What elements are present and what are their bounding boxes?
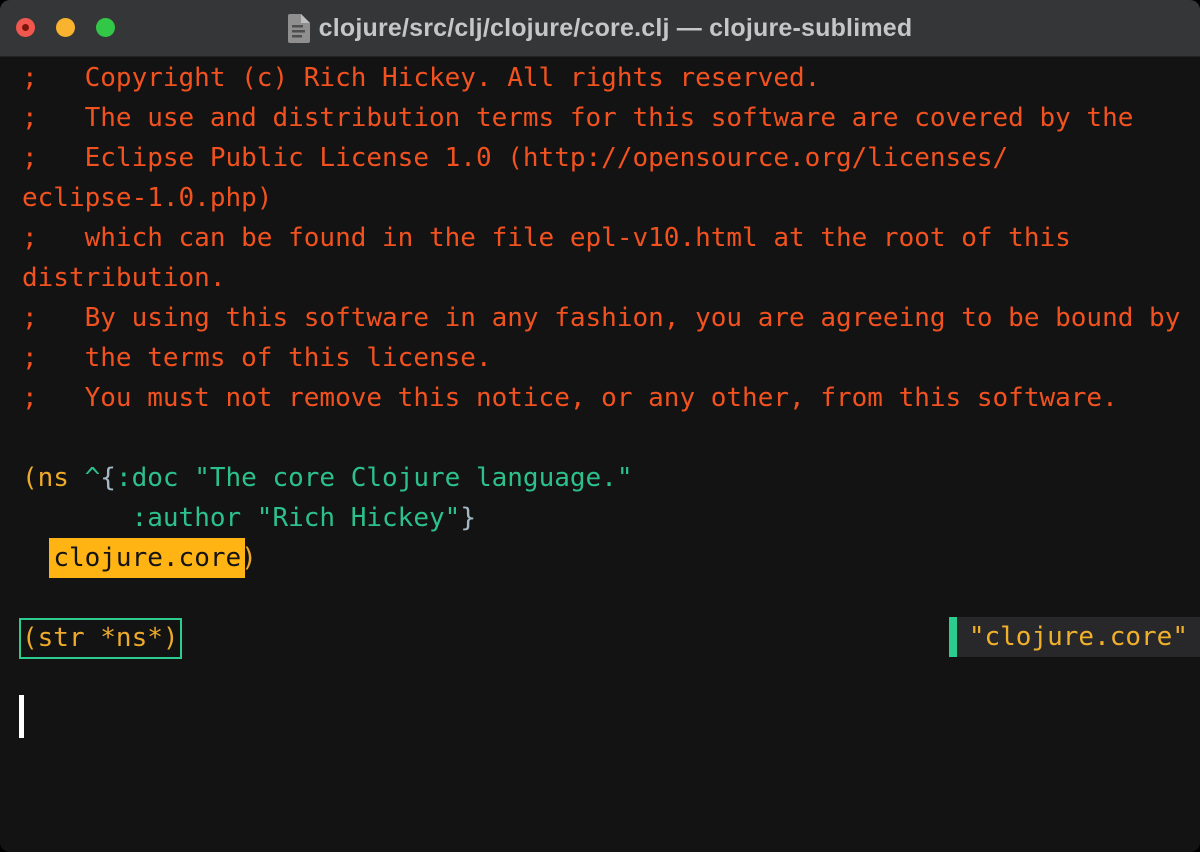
code-segment: ^ xyxy=(85,463,101,493)
code-segment: ; The use and distribution terms for thi… xyxy=(22,103,1133,133)
eval-result-value: "clojure.core" xyxy=(957,617,1200,657)
app-window: clojure/src/clj/clojure/core.clj — cloju… xyxy=(0,0,1200,852)
code-segment: :author "Rich Hickey" xyxy=(132,503,461,533)
eval-result-marker xyxy=(949,617,957,657)
code-segment: (ns xyxy=(22,463,85,493)
minimize-button[interactable] xyxy=(56,18,75,37)
title-bar[interactable]: clojure/src/clj/clojure/core.clj — cloju… xyxy=(0,0,1200,57)
code-segment: ; You must not remove this notice, or an… xyxy=(22,383,1118,413)
evaluated-form-box: (str *ns*) xyxy=(19,618,182,659)
code-line: clojure.core) xyxy=(22,538,1200,578)
code-line: ; The use and distribution terms for thi… xyxy=(22,98,1200,138)
code-line: ; Eclipse Public License 1.0 (http://ope… xyxy=(22,138,1200,178)
code-segment: ; which can be found in the file epl-v10… xyxy=(22,223,1071,253)
code-line: ; You must not remove this notice, or an… xyxy=(22,378,1200,418)
code-line xyxy=(22,578,1200,618)
editor-area[interactable]: ; Copyright (c) Rich Hickey. All rights … xyxy=(0,57,1200,852)
code-line: ; the terms of this license. xyxy=(22,338,1200,378)
code-segment: ; By using this software in any fashion,… xyxy=(22,303,1180,333)
code-line: ; which can be found in the file epl-v10… xyxy=(22,218,1200,258)
code-line xyxy=(22,418,1200,458)
code-segment: ; Copyright (c) Rich Hickey. All rights … xyxy=(22,63,820,93)
code-segment: ; the terms of this license. xyxy=(22,343,492,373)
document-icon xyxy=(288,14,310,43)
code-line: (ns ^{:doc "The core Clojure language." xyxy=(22,458,1200,498)
code-segment: } xyxy=(460,503,476,533)
code-segment: { xyxy=(100,463,116,493)
window-title: clojure/src/clj/clojure/core.clj — cloju… xyxy=(319,14,913,43)
inline-eval-result: "clojure.core" xyxy=(949,617,1200,657)
close-button[interactable] xyxy=(16,18,35,37)
code-segment: :doc "The core Clojure language." xyxy=(116,463,633,493)
code-line: ; By using this software in any fashion,… xyxy=(22,298,1200,338)
code-segment: ) xyxy=(241,543,257,573)
code-line: eclipse-1.0.php) xyxy=(22,178,1200,218)
text-caret xyxy=(19,695,24,738)
code-segment: ; Eclipse Public License 1.0 (http://ope… xyxy=(22,143,1008,173)
code-segment: distribution. xyxy=(22,263,226,293)
code-line: ; Copyright (c) Rich Hickey. All rights … xyxy=(22,58,1200,98)
code-segment: eclipse-1.0.php) xyxy=(22,183,272,213)
window-title-group: clojure/src/clj/clojure/core.clj — cloju… xyxy=(288,14,913,43)
zoom-button[interactable] xyxy=(96,18,115,37)
code-view: ; Copyright (c) Rich Hickey. All rights … xyxy=(0,57,1200,658)
code-line: distribution. xyxy=(22,258,1200,298)
code-line: :author "Rich Hickey"} xyxy=(22,498,1200,538)
traffic-lights xyxy=(16,18,115,37)
selection-highlight: clojure.core xyxy=(49,538,245,578)
code-segment xyxy=(22,503,132,533)
